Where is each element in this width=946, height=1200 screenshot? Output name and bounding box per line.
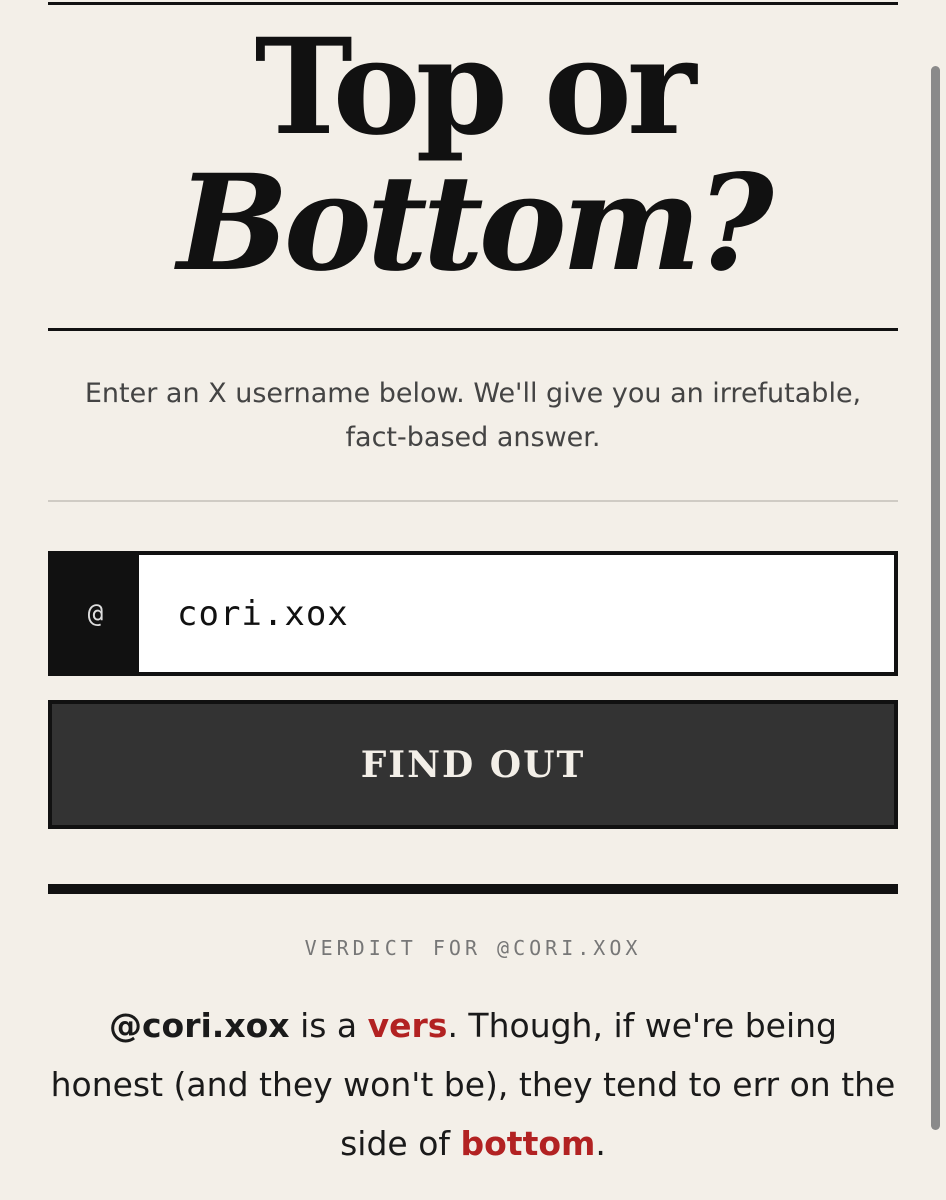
verdict-handle: @cori.xox [108, 1006, 290, 1045]
at-prefix: @ [52, 555, 139, 672]
title-line-2: Bottom? [177, 146, 774, 301]
title-divider [48, 328, 898, 331]
verdict-result: vers [367, 1006, 448, 1045]
verdict-lean: bottom [460, 1124, 596, 1163]
verdict-text-1: is a [289, 1006, 368, 1045]
page-title: Top or Bottom? [48, 22, 898, 294]
intro-divider [48, 500, 898, 502]
find-out-button[interactable]: FIND OUT [48, 700, 898, 829]
verdict-text-3: . [595, 1124, 606, 1163]
intro-text: Enter an X username below. We'll give yo… [84, 378, 862, 453]
top-divider [48, 2, 898, 5]
verdict-label: VERDICT FOR @CORI.XOX [304, 936, 642, 960]
scrollbar[interactable] [931, 66, 940, 1130]
title-line-1: Top or [254, 10, 697, 165]
result-divider [48, 884, 898, 894]
username-field: @ [48, 551, 898, 676]
username-input[interactable] [139, 555, 894, 672]
verdict-text: @cori.xox is a vers. Though, if we're be… [48, 996, 898, 1173]
